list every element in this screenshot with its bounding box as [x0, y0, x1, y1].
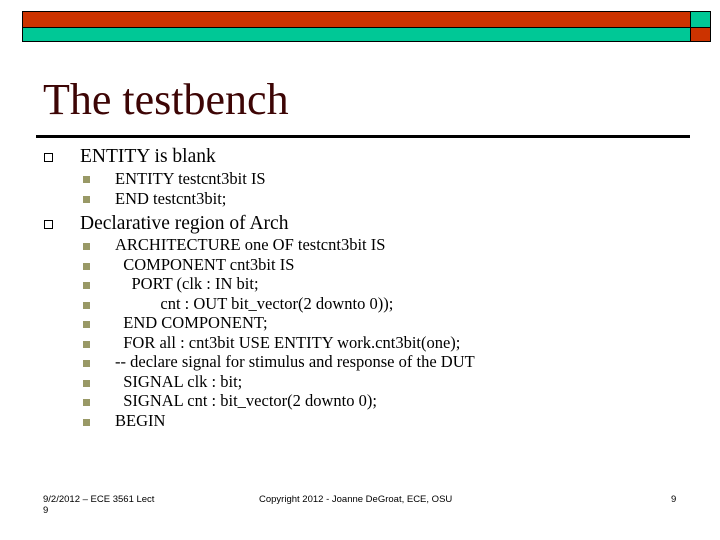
- filled-square-bullet-icon: [83, 360, 90, 367]
- filled-square-bullet-icon: [83, 419, 90, 426]
- code-line: END COMPONENT;: [115, 313, 268, 332]
- footer-date-line1: 9/2/2012 – ECE 3561 Lect: [43, 494, 155, 505]
- footer-page-number: 9: [671, 494, 677, 505]
- title-divider: [36, 135, 690, 138]
- filled-square-bullet-icon: [83, 282, 90, 289]
- banner-bar-top-main: [22, 11, 691, 28]
- bullet-entity-blank: ENTITY is blank: [80, 146, 216, 167]
- code-line: BEGIN: [115, 411, 166, 430]
- filled-square-bullet-icon: [83, 302, 90, 309]
- banner-bar-bottom-end: [690, 27, 711, 42]
- code-line: PORT (clk : IN bit;: [115, 274, 259, 293]
- footer-copyright: Copyright 2012 - Joanne DeGroat, ECE, OS…: [259, 494, 453, 505]
- filled-square-bullet-icon: [83, 380, 90, 387]
- filled-square-bullet-icon: [83, 196, 90, 203]
- sub-bullet: END testcnt3bit;: [115, 189, 227, 208]
- filled-square-bullet-icon: [83, 263, 90, 270]
- filled-square-bullet-icon: [83, 321, 90, 328]
- banner-bar-top-end: [690, 11, 711, 28]
- hollow-square-bullet-icon: [44, 153, 53, 162]
- code-line: ARCHITECTURE one OF testcnt3bit IS: [115, 235, 386, 254]
- filled-square-bullet-icon: [83, 399, 90, 406]
- footer-date-line2: 9: [43, 504, 49, 516]
- filled-square-bullet-icon: [83, 176, 90, 183]
- code-line: cnt : OUT bit_vector(2 downto 0));: [115, 294, 394, 313]
- code-line: SIGNAL cnt : bit_vector(2 downto 0);: [115, 391, 377, 410]
- hollow-square-bullet-icon: [44, 220, 53, 229]
- code-line: COMPONENT cnt3bit IS: [115, 255, 295, 274]
- code-line: FOR all : cnt3bit USE ENTITY work.cnt3bi…: [115, 333, 461, 352]
- sub-bullet: ENTITY testcnt3bit IS: [115, 169, 266, 188]
- code-line: SIGNAL clk : bit;: [115, 372, 243, 391]
- bullet-declarative-region: Declarative region of Arch: [80, 213, 289, 234]
- code-line: -- declare signal for stimulus and respo…: [115, 352, 475, 371]
- slide-title: The testbench: [43, 75, 289, 124]
- filled-square-bullet-icon: [83, 243, 90, 250]
- filled-square-bullet-icon: [83, 341, 90, 348]
- banner-bar-bottom-main: [22, 27, 691, 42]
- footer-date-course: 9/2/2012 – ECE 3561 Lect 9: [43, 494, 155, 517]
